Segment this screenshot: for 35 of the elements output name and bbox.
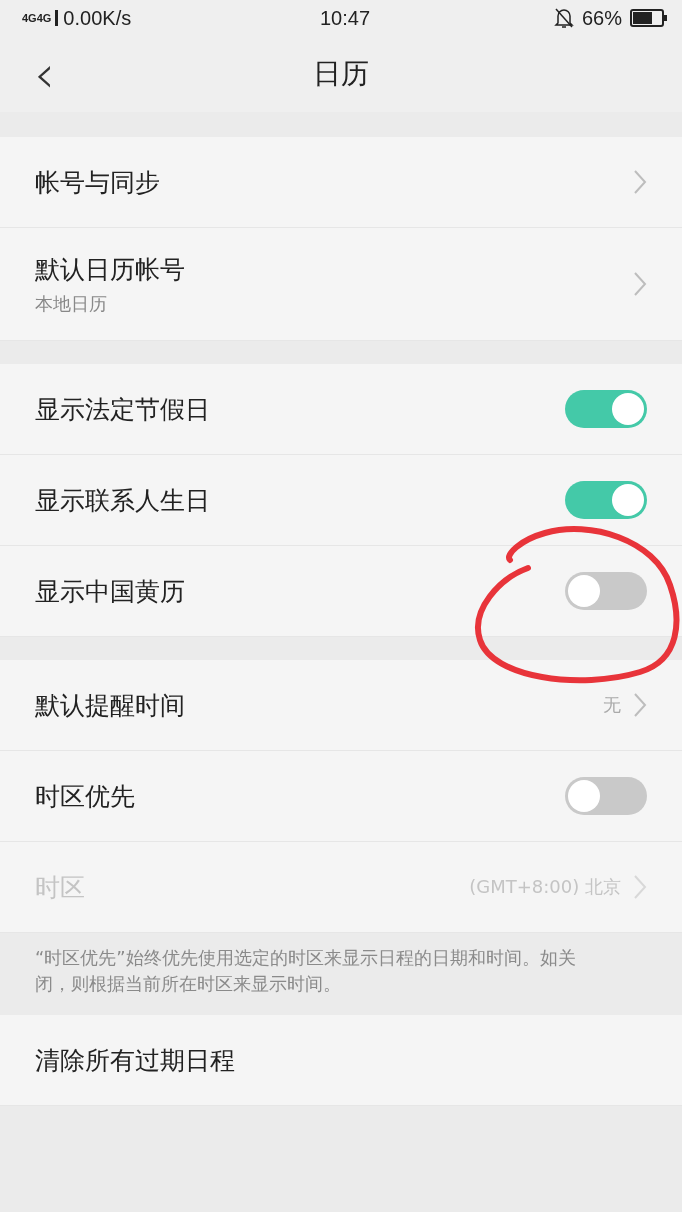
settings-row[interactable]: 默认提醒时间 无 xyxy=(0,660,682,751)
network-type: 4G4G xyxy=(22,12,52,24)
setting-label: 时区优先 xyxy=(35,780,136,813)
setting-subtitle: 本地日历 xyxy=(35,291,108,316)
toggle-switch[interactable] xyxy=(565,777,647,815)
setting-label: 帐号与同步 xyxy=(35,166,161,199)
setting-label: 显示法定节假日 xyxy=(35,393,211,426)
settings-row[interactable]: 清除所有过期日程 xyxy=(0,1015,682,1106)
chevron-right-icon xyxy=(633,692,647,718)
setting-label: 显示联系人生日 xyxy=(35,484,211,517)
chevron-right-icon xyxy=(633,874,647,900)
battery-percent: 66% xyxy=(581,6,622,30)
signal-icon xyxy=(55,10,60,26)
setting-label: 默认日历帐号 xyxy=(35,253,186,286)
setting-label: 清除所有过期日程 xyxy=(35,1044,236,1077)
settings-row[interactable]: 显示法定节假日 xyxy=(0,364,682,455)
page-title: 日历 xyxy=(313,56,369,92)
settings-row[interactable]: 帐号与同步 xyxy=(0,137,682,228)
setting-label: 默认提醒时间 xyxy=(35,689,186,722)
toggle-switch[interactable] xyxy=(565,572,647,610)
setting-label: 显示中国黄历 xyxy=(35,575,186,608)
toggle-switch[interactable] xyxy=(565,481,647,519)
settings-row[interactable]: 时区优先 xyxy=(0,751,682,842)
bell-muted-icon xyxy=(553,7,574,29)
chevron-right-icon xyxy=(633,271,647,297)
toggle-switch[interactable] xyxy=(565,390,647,428)
clock: 10:47 xyxy=(319,6,371,30)
settings-row[interactable]: 显示中国黄历 xyxy=(0,546,682,637)
chevron-right-icon xyxy=(633,169,647,195)
settings-row[interactable]: 默认日历帐号 本地日历 xyxy=(0,228,682,341)
battery-icon xyxy=(630,9,668,27)
setting-value: 无 xyxy=(603,693,621,717)
settings-row[interactable]: 显示联系人生日 xyxy=(0,455,682,546)
back-button[interactable]: ‹ xyxy=(30,48,59,100)
network-speed: 0.00K/s xyxy=(63,6,132,30)
